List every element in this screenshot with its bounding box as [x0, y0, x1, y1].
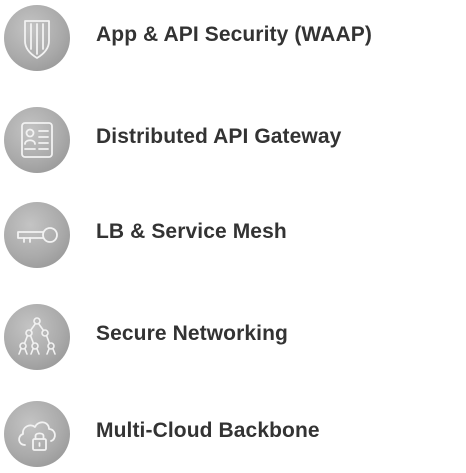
feature-label: LB & Service Mesh	[96, 220, 287, 243]
feature-label: Distributed API Gateway	[96, 125, 342, 148]
feature-item-distributed-api-gateway: Distributed API Gateway	[0, 107, 466, 179]
feature-item-lb-service-mesh: LB & Service Mesh	[0, 202, 466, 274]
feature-item-multi-cloud-backbone: Multi-Cloud Backbone	[0, 401, 466, 473]
feature-list: App & API Security (WAAP) Distributed AP…	[0, 0, 466, 470]
cloud-lock-icon	[4, 401, 70, 467]
feature-item-secure-networking: Secure Networking	[0, 304, 466, 376]
key-icon	[4, 202, 70, 268]
network-tree-icon	[4, 304, 70, 370]
feature-label: Multi-Cloud Backbone	[96, 419, 320, 442]
id-card-icon	[4, 107, 70, 173]
feature-label: App & API Security (WAAP)	[96, 23, 372, 46]
shield-icon	[4, 5, 70, 71]
feature-label: Secure Networking	[96, 322, 288, 345]
feature-item-app-api-security: App & API Security (WAAP)	[0, 5, 466, 77]
